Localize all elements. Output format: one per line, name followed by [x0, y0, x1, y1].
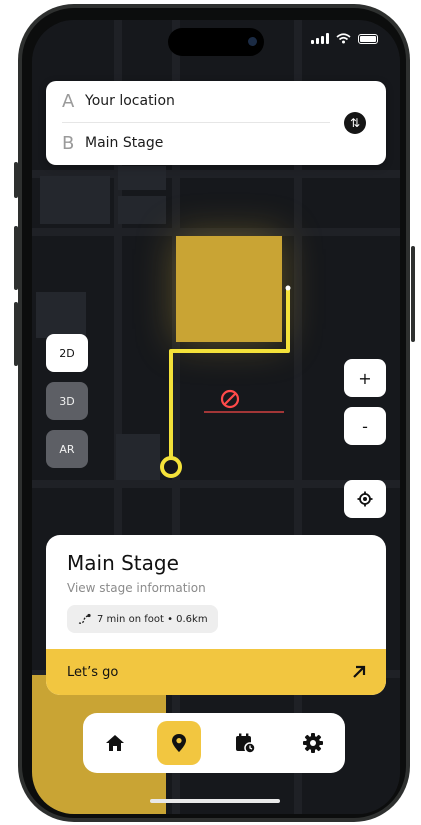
blocked-icon	[220, 389, 240, 409]
mode-ar-button[interactable]: AR	[46, 430, 88, 468]
tab-bar	[83, 713, 345, 773]
map-pin-icon	[172, 734, 186, 752]
view-stage-info-link[interactable]: View stage information	[67, 581, 206, 595]
route-end-dot	[285, 285, 291, 291]
wifi-icon	[336, 33, 351, 44]
origin-letter: A	[62, 90, 75, 112]
camera-icon	[248, 37, 257, 46]
home-indicator[interactable]	[150, 799, 280, 803]
tab-schedule[interactable]	[223, 721, 267, 765]
walk-info-chip: 7 min on foot • 0.6km	[67, 605, 218, 633]
destination-title: Main Stage	[67, 551, 179, 575]
calendar-clock-icon	[236, 733, 256, 754]
route-line	[169, 289, 290, 467]
status-bar	[311, 33, 378, 44]
walk-info-text: 7 min on foot • 0.6km	[97, 613, 208, 625]
tab-map[interactable]	[157, 721, 201, 765]
destination-field[interactable]: B Main Stage	[62, 123, 163, 163]
phone-action-button	[14, 162, 18, 198]
route-start-marker	[160, 456, 182, 478]
walking-route-icon	[78, 613, 91, 624]
tab-home[interactable]	[93, 721, 137, 765]
lets-go-button[interactable]: Let’s go	[46, 649, 386, 695]
battery-icon	[358, 33, 378, 44]
cellular-signal-icon	[311, 33, 329, 44]
crosshair-icon	[357, 491, 373, 507]
arrow-up-right-icon	[353, 665, 366, 678]
origin-text: Your location	[85, 93, 175, 109]
lets-go-label: Let’s go	[67, 664, 119, 680]
gear-icon	[303, 733, 323, 753]
phone-volume-down-button	[14, 302, 18, 366]
route-card: A Your location B Main Stage ⇅	[46, 81, 386, 165]
mode-2d-button[interactable]: 2D	[46, 334, 88, 372]
phone-power-button	[411, 246, 415, 342]
origin-field[interactable]: A Your location	[62, 81, 175, 121]
tab-settings[interactable]	[291, 721, 335, 765]
swap-vertical-icon: ⇅	[349, 116, 361, 130]
app-screen: A Your location B Main Stage ⇅ 2D 3D AR …	[32, 20, 400, 814]
destination-letter: B	[62, 132, 75, 154]
swap-button[interactable]: ⇅	[344, 112, 366, 134]
home-icon	[106, 735, 124, 751]
phone-volume-up-button	[14, 226, 18, 290]
zoom-out-button[interactable]: -	[344, 407, 386, 445]
mode-3d-button[interactable]: 3D	[46, 382, 88, 420]
locate-me-button[interactable]	[344, 480, 386, 518]
destination-card: Main Stage View stage information 7 min …	[46, 535, 386, 695]
destination-text: Main Stage	[85, 135, 164, 151]
zoom-in-button[interactable]: +	[344, 359, 386, 397]
